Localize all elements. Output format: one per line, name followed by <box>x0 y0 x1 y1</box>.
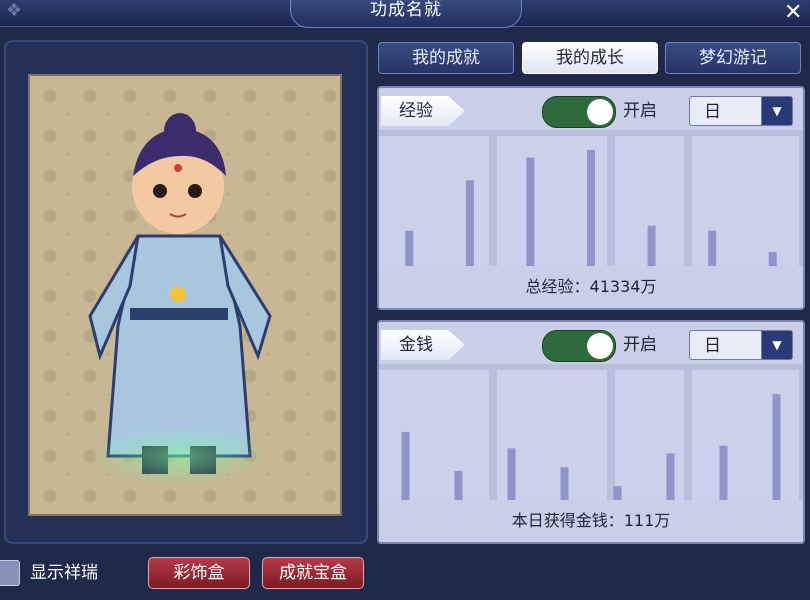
aura-glow <box>90 426 270 486</box>
experience-label: 经验 <box>381 96 465 126</box>
title-plate: 功成名就 <box>290 0 522 28</box>
money-period-value: 日 <box>704 336 721 356</box>
money-bar-0 <box>401 431 410 500</box>
money-toggle[interactable] <box>542 330 616 362</box>
chevron-down-icon[interactable]: ▼ <box>761 97 792 125</box>
money-bar-3 <box>560 467 569 500</box>
money-period-select[interactable]: 日 ▼ <box>689 330 793 360</box>
experience-bar-6 <box>768 252 777 266</box>
money-bar-2 <box>507 448 516 500</box>
money-bar-6 <box>719 445 728 500</box>
money-column-bg-0 <box>379 370 489 500</box>
experience-period-select[interactable]: 日 ▼ <box>689 96 793 126</box>
money-bar-7 <box>772 394 781 500</box>
corner-ornament-left: ❖ <box>6 0 23 21</box>
experience-bar-1 <box>465 180 474 266</box>
achievement-chest-button[interactable]: 成就宝盒 <box>262 557 364 589</box>
experience-bar-5 <box>708 230 717 266</box>
experience-period-value: 日 <box>704 102 721 122</box>
experience-chart <box>379 136 799 266</box>
money-bar-4 <box>613 486 622 500</box>
money-label: 金钱 <box>381 330 465 360</box>
tab-my-growth[interactable]: 我的成长 <box>522 42 658 74</box>
experience-bar-4 <box>647 225 656 266</box>
money-chart <box>379 370 799 500</box>
money-toggle-label: 开启 <box>623 335 657 355</box>
cosmetic-box-button[interactable]: 彩饰盒 <box>148 557 250 589</box>
money-column-bg-3 <box>692 370 799 500</box>
panel-header: 经验 开启 日 ▼ <box>379 88 803 130</box>
experience-column-bg-3 <box>692 136 799 266</box>
experience-bar-2 <box>526 157 535 266</box>
chevron-down-icon[interactable]: ▼ <box>761 331 792 359</box>
title-bar: ❖ 功成名就 ✕ <box>0 0 810 28</box>
money-panel: 金钱 开启 日 ▼ 本日获得金钱：111万 <box>377 320 805 544</box>
toggle-knob <box>587 99 613 125</box>
close-icon[interactable]: ✕ <box>784 0 802 25</box>
experience-toggle-label: 开启 <box>623 101 657 121</box>
money-today: 本日获得金钱：111万 <box>379 500 803 542</box>
experience-total: 总经验：41334万 <box>379 266 803 308</box>
experience-panel: 经验 开启 日 ▼ 总经验：41334万 <box>377 86 805 310</box>
toggle-knob <box>587 333 613 359</box>
money-bar-5 <box>666 453 675 500</box>
experience-bar-0 <box>405 230 414 266</box>
show-auspicious-checkbox[interactable] <box>0 560 20 586</box>
tab-my-achievements[interactable]: 我的成就 <box>378 42 514 74</box>
experience-bar-3 <box>587 150 595 266</box>
panel-header: 金钱 开启 日 ▼ <box>379 322 803 364</box>
money-bar-1 <box>454 471 463 500</box>
show-auspicious-label: 显示祥瑞 <box>30 563 98 583</box>
tab-travel-journal[interactable]: 梦幻游记 <box>665 42 801 74</box>
character-portrait <box>28 74 342 516</box>
window-title: 功成名就 <box>370 0 442 20</box>
character-frame <box>4 40 368 544</box>
experience-toggle[interactable] <box>542 96 616 128</box>
